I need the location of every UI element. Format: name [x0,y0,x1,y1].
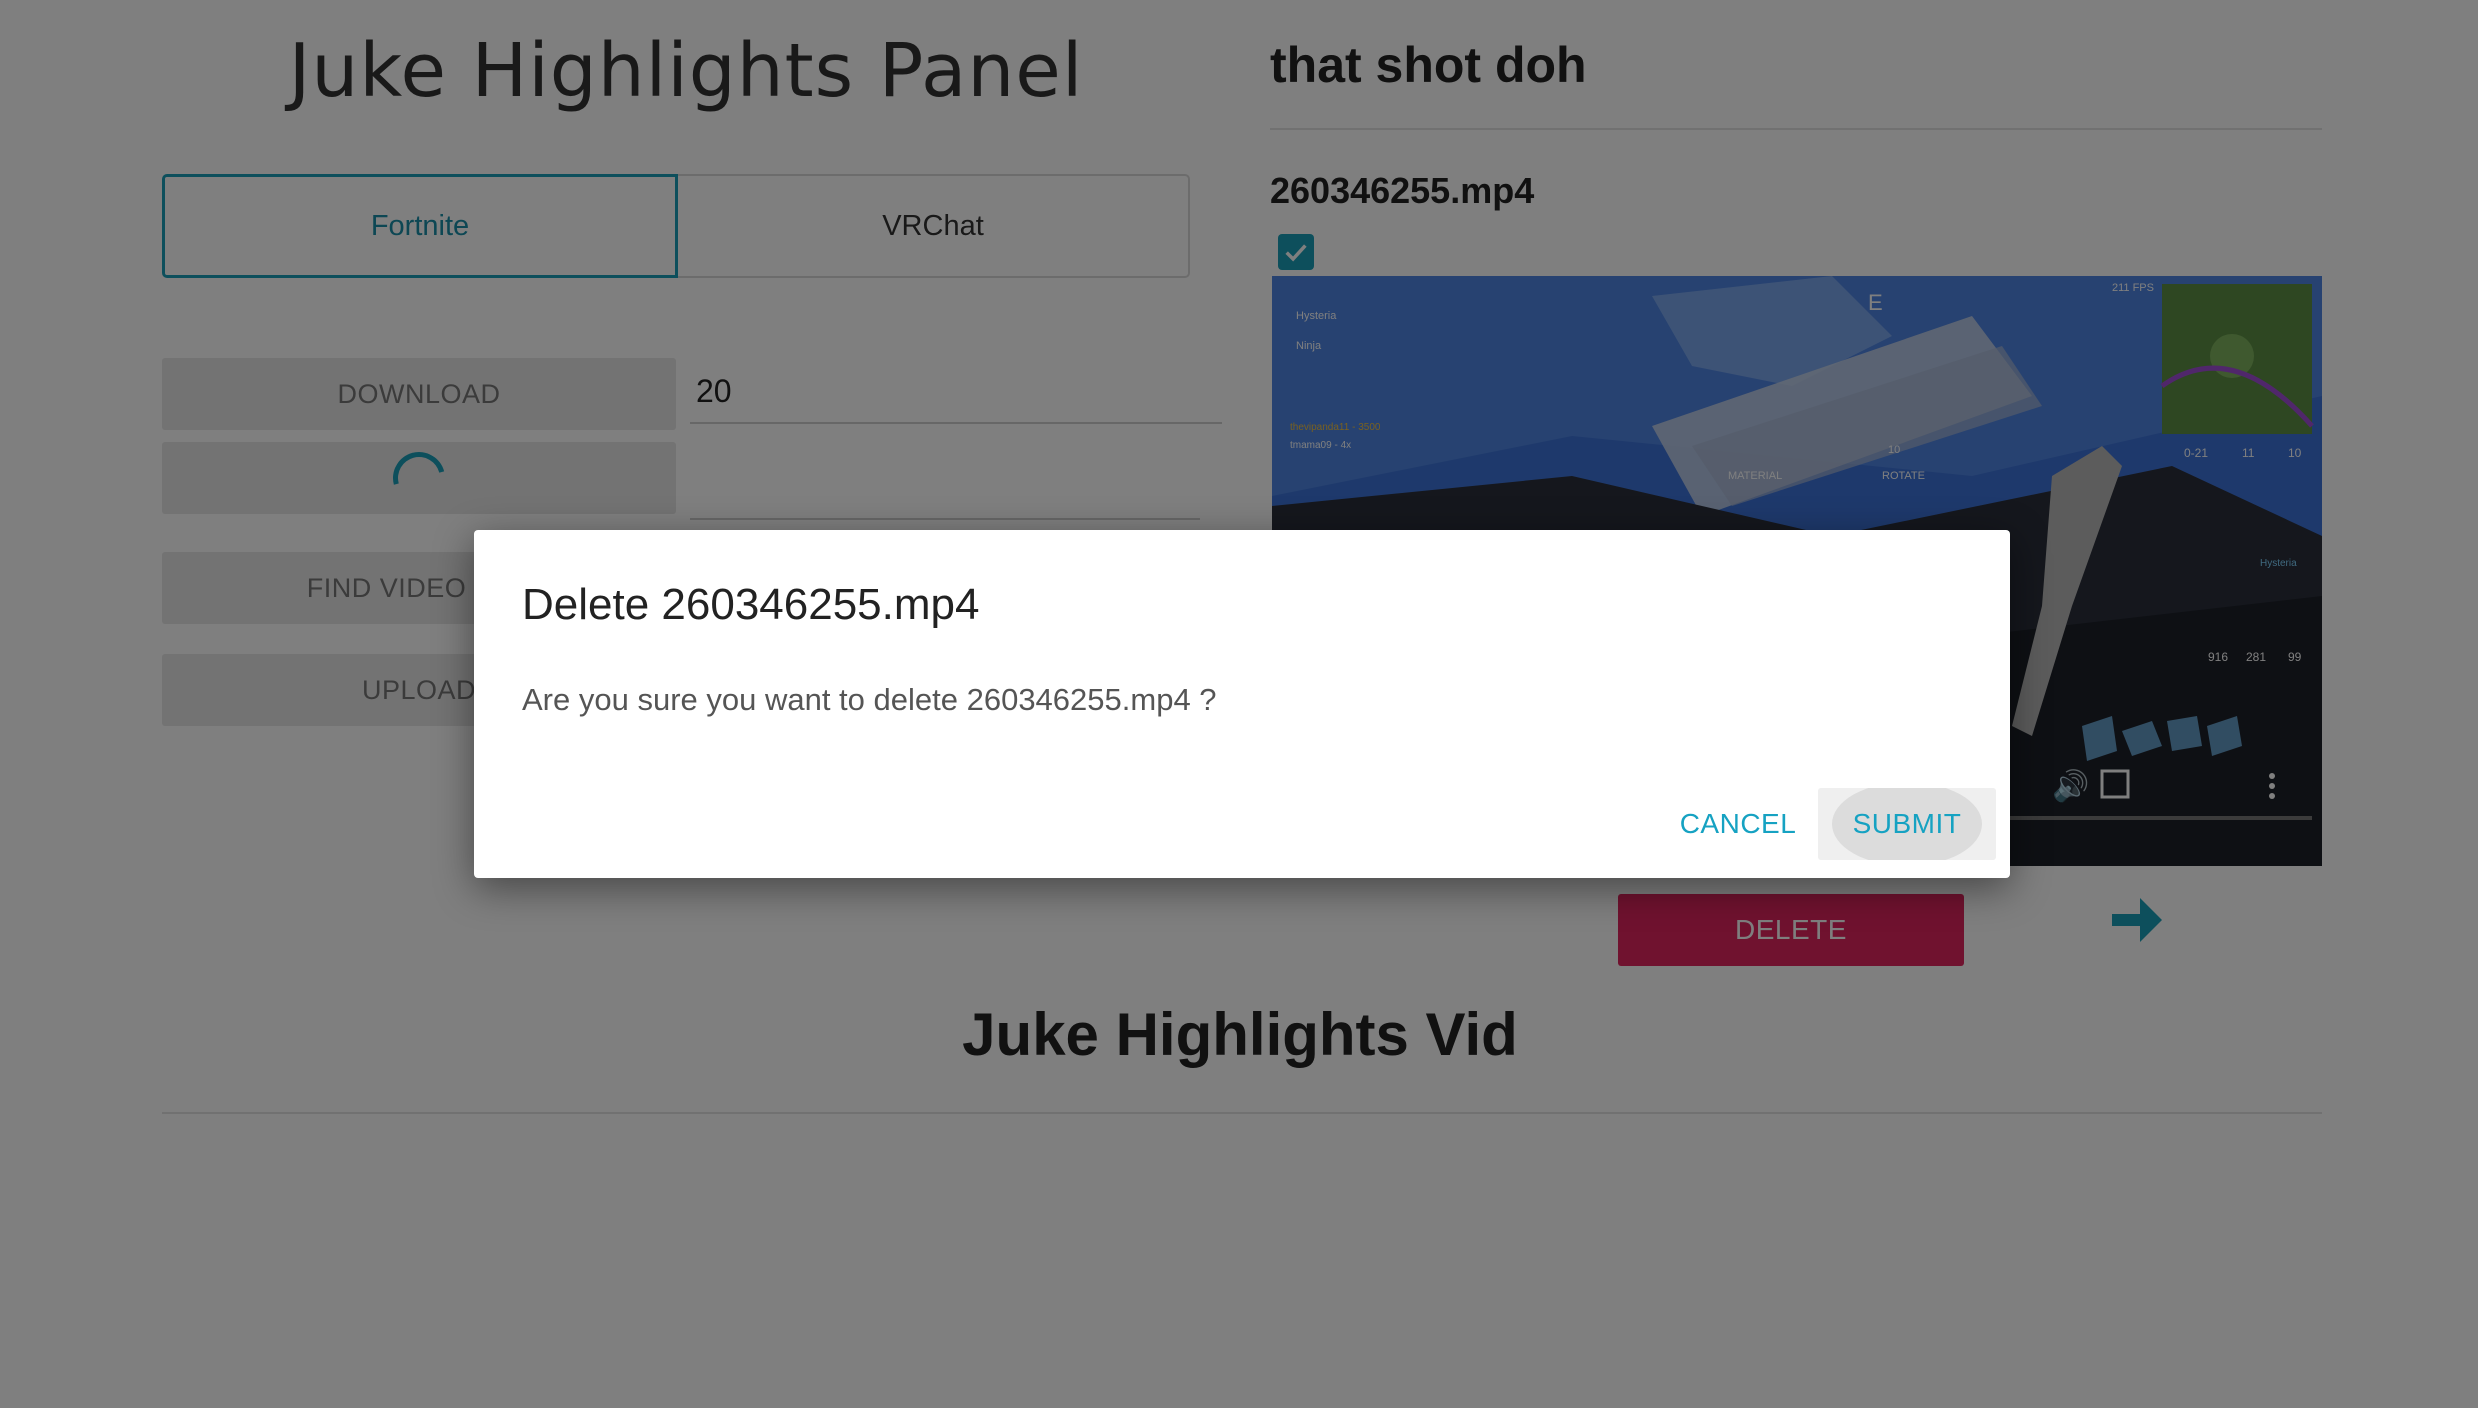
delete-dialog: Delete 260346255.mp4 Are you sure you wa… [474,530,2010,878]
submit-button[interactable]: SUBMIT [1818,788,1996,860]
dialog-title: Delete 260346255.mp4 [522,580,980,629]
dialog-message: Are you sure you want to delete 26034625… [522,682,1217,717]
submit-label: SUBMIT [1852,808,1962,839]
cancel-button[interactable]: CANCEL [1664,788,1812,860]
